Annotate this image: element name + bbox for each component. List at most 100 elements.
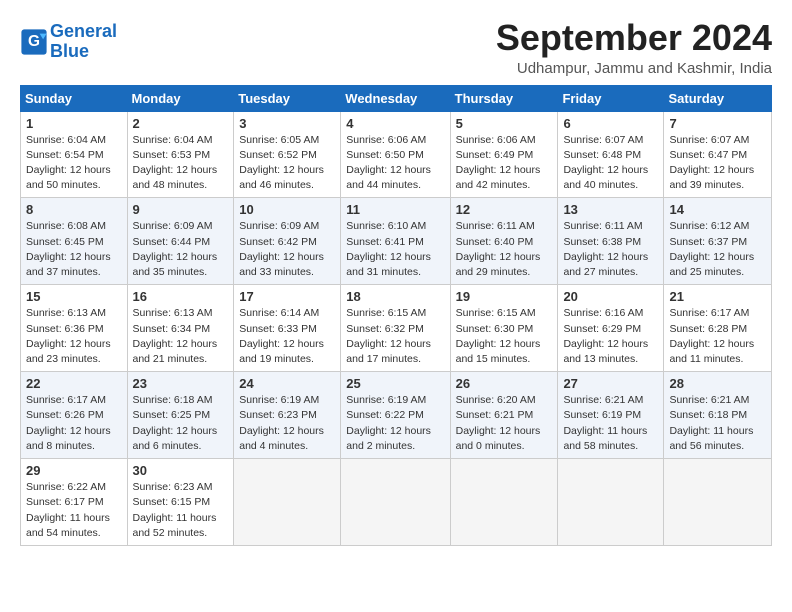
day-number: 2 — [133, 116, 229, 131]
day-info: Sunrise: 6:13 AMSunset: 6:36 PMDaylight:… — [26, 307, 111, 365]
day-number: 3 — [239, 116, 335, 131]
calendar-row: 8 Sunrise: 6:08 AMSunset: 6:45 PMDaylight… — [21, 198, 772, 285]
day-number: 4 — [346, 116, 444, 131]
day-info: Sunrise: 6:11 AMSunset: 6:38 PMDaylight:… — [563, 220, 648, 278]
table-row: 3 Sunrise: 6:05 AMSunset: 6:52 PMDaylight… — [234, 111, 341, 198]
day-info: Sunrise: 6:17 AMSunset: 6:28 PMDaylight:… — [669, 307, 754, 365]
table-row: 29 Sunrise: 6:22 AMSunset: 6:17 PMDayligh… — [21, 459, 128, 546]
calendar-body: 1 Sunrise: 6:04 AMSunset: 6:54 PMDaylight… — [21, 111, 772, 545]
calendar-row: 15 Sunrise: 6:13 AMSunset: 6:36 PMDayligh… — [21, 285, 772, 372]
day-info: Sunrise: 6:23 AMSunset: 6:15 PMDaylight:… — [133, 481, 217, 539]
calendar-row: 1 Sunrise: 6:04 AMSunset: 6:54 PMDaylight… — [21, 111, 772, 198]
table-row: 11 Sunrise: 6:10 AMSunset: 6:41 PMDayligh… — [341, 198, 450, 285]
day-info: Sunrise: 6:09 AMSunset: 6:42 PMDaylight:… — [239, 220, 324, 278]
day-info: Sunrise: 6:07 AMSunset: 6:47 PMDaylight:… — [669, 134, 754, 192]
location: Udhampur, Jammu and Kashmir, India — [496, 60, 772, 77]
day-info: Sunrise: 6:16 AMSunset: 6:29 PMDaylight:… — [563, 307, 648, 365]
table-row — [234, 459, 341, 546]
day-info: Sunrise: 6:21 AMSunset: 6:18 PMDaylight:… — [669, 394, 753, 452]
svg-text:G: G — [28, 33, 40, 50]
page-container: G General Blue September 2024 Udhampur, … — [0, 0, 792, 556]
day-info: Sunrise: 6:15 AMSunset: 6:30 PMDaylight:… — [456, 307, 541, 365]
day-number: 16 — [133, 289, 229, 304]
table-row: 13 Sunrise: 6:11 AMSunset: 6:38 PMDayligh… — [558, 198, 664, 285]
page-header: G General Blue September 2024 Udhampur, … — [20, 18, 772, 77]
day-number: 14 — [669, 202, 766, 217]
logo-text: General Blue — [50, 22, 117, 62]
day-info: Sunrise: 6:20 AMSunset: 6:21 PMDaylight:… — [456, 394, 541, 452]
day-info: Sunrise: 6:14 AMSunset: 6:33 PMDaylight:… — [239, 307, 324, 365]
day-info: Sunrise: 6:10 AMSunset: 6:41 PMDaylight:… — [346, 220, 431, 278]
day-number: 17 — [239, 289, 335, 304]
col-saturday: Saturday — [664, 85, 772, 111]
table-row: 8 Sunrise: 6:08 AMSunset: 6:45 PMDaylight… — [21, 198, 128, 285]
table-row — [341, 459, 450, 546]
table-row: 28 Sunrise: 6:21 AMSunset: 6:18 PMDayligh… — [664, 372, 772, 459]
day-number: 11 — [346, 202, 444, 217]
day-info: Sunrise: 6:19 AMSunset: 6:23 PMDaylight:… — [239, 394, 324, 452]
table-row: 21 Sunrise: 6:17 AMSunset: 6:28 PMDayligh… — [664, 285, 772, 372]
day-info: Sunrise: 6:05 AMSunset: 6:52 PMDaylight:… — [239, 134, 324, 192]
col-wednesday: Wednesday — [341, 85, 450, 111]
table-row — [558, 459, 664, 546]
table-row: 23 Sunrise: 6:18 AMSunset: 6:25 PMDayligh… — [127, 372, 234, 459]
day-number: 30 — [133, 463, 229, 478]
day-info: Sunrise: 6:09 AMSunset: 6:44 PMDaylight:… — [133, 220, 218, 278]
day-info: Sunrise: 6:22 AMSunset: 6:17 PMDaylight:… — [26, 481, 110, 539]
day-info: Sunrise: 6:13 AMSunset: 6:34 PMDaylight:… — [133, 307, 218, 365]
day-info: Sunrise: 6:11 AMSunset: 6:40 PMDaylight:… — [456, 220, 541, 278]
day-number: 23 — [133, 376, 229, 391]
table-row: 6Sunrise: 6:07 AMSunset: 6:48 PMDaylight… — [558, 111, 664, 198]
table-row: 19 Sunrise: 6:15 AMSunset: 6:30 PMDayligh… — [450, 285, 558, 372]
day-number: 19 — [456, 289, 553, 304]
logo: G General Blue — [20, 22, 117, 62]
day-info: Sunrise: 6:12 AMSunset: 6:37 PMDaylight:… — [669, 220, 754, 278]
table-row: 22Sunrise: 6:17 AMSunset: 6:26 PMDayligh… — [21, 372, 128, 459]
table-row: 2 Sunrise: 6:04 AMSunset: 6:53 PMDaylight… — [127, 111, 234, 198]
logo-icon: G — [20, 28, 48, 56]
day-number: 13 — [563, 202, 658, 217]
calendar-row: 22Sunrise: 6:17 AMSunset: 6:26 PMDayligh… — [21, 372, 772, 459]
day-info: Sunrise: 6:18 AMSunset: 6:25 PMDaylight:… — [133, 394, 218, 452]
day-info: Sunrise: 6:21 AMSunset: 6:19 PMDaylight:… — [563, 394, 647, 452]
table-row: 30 Sunrise: 6:23 AMSunset: 6:15 PMDayligh… — [127, 459, 234, 546]
day-number: 1 — [26, 116, 122, 131]
day-number: 10 — [239, 202, 335, 217]
day-number: 8 — [26, 202, 122, 217]
table-row: 27Sunrise: 6:21 AMSunset: 6:19 PMDayligh… — [558, 372, 664, 459]
day-number: 9 — [133, 202, 229, 217]
day-info: Sunrise: 6:04 AMSunset: 6:54 PMDaylight:… — [26, 134, 111, 192]
day-number: 25 — [346, 376, 444, 391]
day-number: 29 — [26, 463, 122, 478]
table-row: 9 Sunrise: 6:09 AMSunset: 6:44 PMDaylight… — [127, 198, 234, 285]
table-row: 26 Sunrise: 6:20 AMSunset: 6:21 PMDayligh… — [450, 372, 558, 459]
day-number: 28 — [669, 376, 766, 391]
table-row — [450, 459, 558, 546]
day-info: Sunrise: 6:17 AMSunset: 6:26 PMDaylight:… — [26, 394, 111, 452]
day-info: Sunrise: 6:04 AMSunset: 6:53 PMDaylight:… — [133, 134, 218, 192]
calendar-header-row: Sunday Monday Tuesday Wednesday Thursday… — [21, 85, 772, 111]
day-number: 15 — [26, 289, 122, 304]
day-info: Sunrise: 6:08 AMSunset: 6:45 PMDaylight:… — [26, 220, 111, 278]
day-info: Sunrise: 6:19 AMSunset: 6:22 PMDaylight:… — [346, 394, 431, 452]
col-tuesday: Tuesday — [234, 85, 341, 111]
day-number: 5 — [456, 116, 553, 131]
table-row: 16 Sunrise: 6:13 AMSunset: 6:34 PMDayligh… — [127, 285, 234, 372]
day-info: Sunrise: 6:06 AMSunset: 6:50 PMDaylight:… — [346, 134, 431, 192]
day-number: 12 — [456, 202, 553, 217]
table-row: 5 Sunrise: 6:06 AMSunset: 6:49 PMDaylight… — [450, 111, 558, 198]
day-number: 7 — [669, 116, 766, 131]
day-number: 20 — [563, 289, 658, 304]
table-row: 1 Sunrise: 6:04 AMSunset: 6:54 PMDaylight… — [21, 111, 128, 198]
table-row: 24Sunrise: 6:19 AMSunset: 6:23 PMDayligh… — [234, 372, 341, 459]
day-number: 21 — [669, 289, 766, 304]
table-row: 20 Sunrise: 6:16 AMSunset: 6:29 PMDayligh… — [558, 285, 664, 372]
col-thursday: Thursday — [450, 85, 558, 111]
day-info: Sunrise: 6:06 AMSunset: 6:49 PMDaylight:… — [456, 134, 541, 192]
table-row: 12 Sunrise: 6:11 AMSunset: 6:40 PMDayligh… — [450, 198, 558, 285]
day-number: 26 — [456, 376, 553, 391]
calendar-table: Sunday Monday Tuesday Wednesday Thursday… — [20, 85, 772, 546]
calendar-row: 29 Sunrise: 6:22 AMSunset: 6:17 PMDayligh… — [21, 459, 772, 546]
table-row: 7 Sunrise: 6:07 AMSunset: 6:47 PMDaylight… — [664, 111, 772, 198]
table-row: 14 Sunrise: 6:12 AMSunset: 6:37 PMDayligh… — [664, 198, 772, 285]
